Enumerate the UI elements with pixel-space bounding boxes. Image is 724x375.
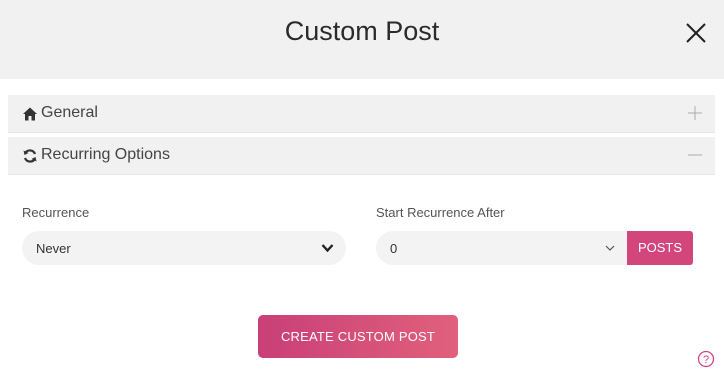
- start-after-value: 0: [390, 241, 398, 256]
- section-recurring-header[interactable]: Recurring Options: [8, 137, 715, 175]
- create-custom-post-button[interactable]: CREATE CUSTOM POST: [258, 315, 458, 358]
- chevron-down-icon: [605, 245, 615, 251]
- recurrence-select[interactable]: Never: [22, 231, 346, 265]
- start-after-select[interactable]: 0: [376, 231, 627, 265]
- chevron-down-icon: [321, 244, 334, 253]
- minus-icon[interactable]: [687, 147, 703, 163]
- recurrence-label: Recurrence: [22, 205, 90, 220]
- posts-unit-button[interactable]: POSTS: [627, 231, 693, 265]
- recurrence-value: Never: [36, 241, 71, 256]
- dialog-header: Custom Post: [0, 0, 724, 79]
- start-recurrence-after-label: Start Recurrence After: [376, 205, 505, 220]
- svg-text:?: ?: [703, 354, 709, 366]
- close-icon[interactable]: [683, 20, 709, 46]
- plus-icon[interactable]: [687, 105, 703, 121]
- section-recurring-label: Recurring Options: [41, 146, 170, 163]
- home-icon: [23, 107, 37, 121]
- refresh-icon: [23, 149, 37, 163]
- section-general-label: General: [41, 104, 98, 121]
- section-general-header[interactable]: General: [8, 95, 715, 133]
- help-icon[interactable]: ?: [697, 350, 715, 368]
- dialog-title: Custom Post: [284, 16, 440, 46]
